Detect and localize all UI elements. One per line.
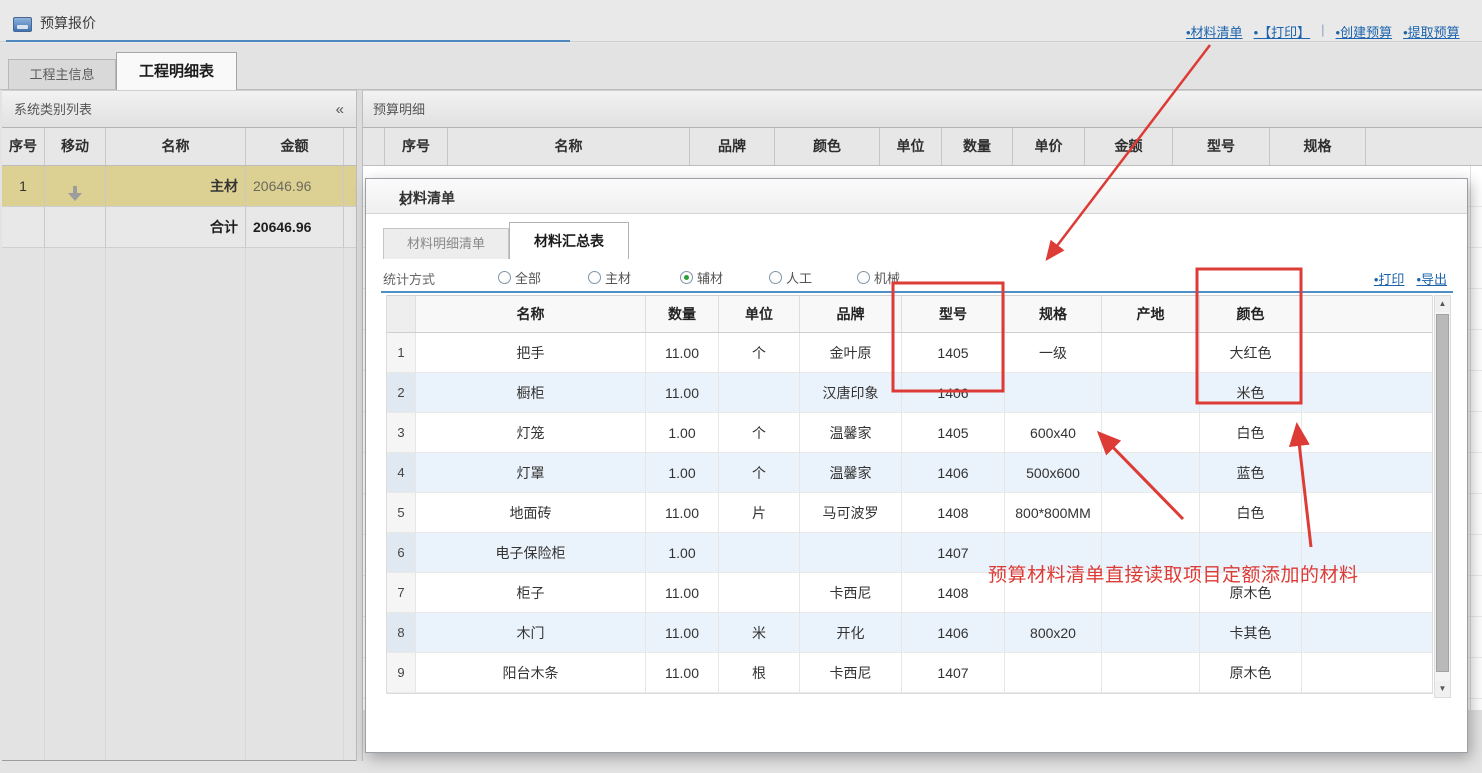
table-row[interactable]: 1 把手 11.00 个 金叶原 1405 一级 大红色 [387,333,1432,373]
scroll-down-icon[interactable]: ▼ [1435,681,1450,697]
radio-labor[interactable]: 人工 [769,268,812,287]
extract-budget-link[interactable]: •提取预算 [1403,22,1460,41]
radio-selected-icon [680,271,693,284]
scroll-up-icon[interactable]: ▲ [1435,296,1450,312]
dialog-print-link[interactable]: •打印 [1374,269,1405,288]
move-down-icon[interactable] [68,186,82,202]
col-no: 序号 [385,128,448,165]
col-unit: 单位 [880,128,942,165]
radio-main-material[interactable]: 主材 [588,268,631,287]
table-row[interactable]: 2 橱柜 11.00 汉唐印象 1406 米色 [387,373,1432,413]
table-row[interactable]: 7 柜子 11.00 卡西尼 1408 原木色 [387,573,1432,613]
col-brand: 品牌 [800,296,902,332]
radio-circle-icon [588,271,601,284]
toolbar-links: •材料清单 •【打印】 | •创建预算 •提取预算 [1186,22,1460,41]
move-cell[interactable] [45,166,106,207]
title-bar: 预算报价 •材料清单 •【打印】 | •创建预算 •提取预算 [0,0,1482,43]
table-row[interactable]: 5 地面砖 11.00 片 马可波罗 1408 800*800MM 白色 [387,493,1432,533]
category-amount: 20646.96 [246,166,344,207]
budget-detail-header: 序号 名称 品牌 颜色 单位 数量 单价 金额 型号 规格 [363,128,1482,166]
col-spec: 规格 [1005,296,1102,332]
title-underline [6,40,570,42]
col-model: 型号 [902,296,1005,332]
col-name: 名称 [416,296,646,332]
page-title: 预算报价 [40,13,96,33]
col-color: 颜色 [775,128,880,165]
table-row[interactable]: 9 阳台木条 11.00 根 卡西尼 1407 原木色 [387,653,1432,693]
table-row[interactable]: 4 灯罩 1.00 个 温馨家 1406 500x600 蓝色 [387,453,1432,493]
left-panel-title: 系统类别列表 [14,102,92,117]
scrollbar-thumb[interactable] [1436,314,1449,672]
col-amount: 金额 [1085,128,1173,165]
table-row[interactable]: 6 电子保险柜 1.00 1407 [387,533,1432,573]
radio-circle-icon [857,271,870,284]
create-budget-link[interactable]: •创建预算 [1336,22,1393,41]
col-header-amount: 金额 [246,128,344,165]
filter-underline [381,291,1453,293]
dialog-title-bar: 材料清单 × [366,179,1467,214]
col-spec: 规格 [1270,128,1366,165]
total-label: 合计 [106,207,246,248]
material-list-dialog: 材料清单 × 材料明细清单 材料汇总表 统计方式 全部 主材 辅材 人工 [365,178,1468,753]
total-row: 合计 20646.96 [2,207,356,248]
material-list-link[interactable]: •材料清单 [1186,22,1243,41]
category-name: 主材 [106,166,246,207]
col-header-move: 移动 [45,128,106,165]
tab-material-detail-list[interactable]: 材料明细清单 [383,228,509,259]
dialog-links: •打印 •导出 [1374,269,1447,288]
radio-aux-material[interactable]: 辅材 [680,268,723,287]
left-panel-header: 系统类别列表 « [2,90,356,128]
total-amount: 20646.96 [246,207,344,248]
left-panel-bottom-border [2,760,356,761]
table-row[interactable]: 3 灯笼 1.00 个 温馨家 1405 600x40 白色 [387,413,1432,453]
col-header-name: 名称 [106,128,246,165]
table-row[interactable]: 8 木门 11.00 米 开化 1406 800x20 卡其色 [387,613,1432,653]
col-header-no: 序号 [2,128,45,165]
collapse-panel-icon[interactable]: « [336,91,344,128]
right-panel-header: 预算明细 [363,90,1482,128]
radio-circle-icon [498,271,511,284]
col-origin: 产地 [1102,296,1200,332]
material-summary-table: 名称 数量 单位 品牌 型号 规格 产地 颜色 1 把手 11.00 个 金叶原… [386,295,1433,694]
filter-label: 统计方式 [383,269,435,288]
col-price: 单价 [1013,128,1085,165]
budget-quote-window: 预算报价 •材料清单 •【打印】 | •创建预算 •提取预算 工程主信息 工程明… [0,0,1482,773]
statistics-filter-bar: 统计方式 全部 主材 辅材 人工 机械 •打印 [366,263,1467,291]
col-unit: 单位 [719,296,800,332]
col-qty: 数量 [646,296,719,332]
row-no: 1 [2,166,45,207]
summary-table-header: 名称 数量 单位 品牌 型号 规格 产地 颜色 [387,295,1432,333]
radio-all[interactable]: 全部 [498,268,541,287]
col-qty: 数量 [942,128,1013,165]
col-color: 颜色 [1200,296,1302,332]
col-name: 名称 [448,128,690,165]
right-panel-title: 预算明细 [373,102,425,117]
col-header-blank [344,128,356,165]
tab-material-summary[interactable]: 材料汇总表 [509,222,629,259]
links-separator: | [1321,22,1324,41]
budget-detail-gridline [1470,166,1471,710]
radio-circle-icon [769,271,782,284]
left-grid-empty-area [2,248,356,760]
tab-project-detail[interactable]: 工程明细表 [116,52,237,90]
category-row-selected[interactable]: 1 主材 20646.96 [2,166,356,207]
tab-project-info[interactable]: 工程主信息 [8,59,116,90]
radio-machinery[interactable]: 机械 [857,268,900,287]
panel-splitter[interactable] [356,90,363,761]
col-brand: 品牌 [690,128,775,165]
window-icon [13,17,32,32]
print-link[interactable]: •【打印】 [1254,22,1311,41]
left-grid-header: 序号 移动 名称 金额 [2,128,356,166]
col-model: 型号 [1173,128,1270,165]
dialog-export-link[interactable]: •导出 [1416,269,1447,288]
vertical-scrollbar[interactable]: ▲ ▼ [1434,295,1451,698]
close-icon[interactable]: × [399,188,1453,216]
